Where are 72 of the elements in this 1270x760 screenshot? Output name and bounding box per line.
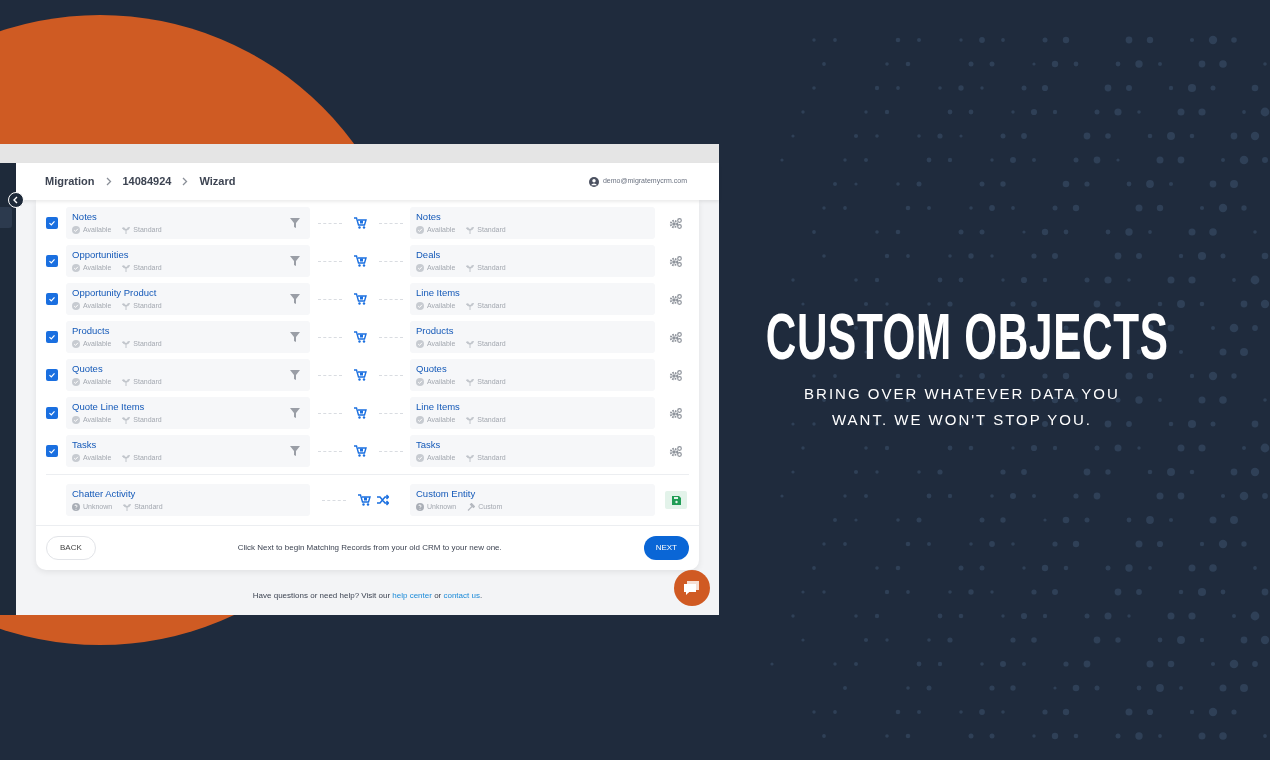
- filter-icon[interactable]: [290, 218, 300, 228]
- check-icon: [48, 371, 56, 379]
- entity-name: Opportunity Product: [72, 286, 158, 298]
- breadcrumb-link[interactable]: 14084924: [122, 173, 172, 190]
- check-icon: [48, 295, 56, 303]
- collapse-button[interactable]: [8, 192, 24, 208]
- gears-icon[interactable]: [669, 218, 682, 230]
- gears-icon[interactable]: [669, 408, 682, 420]
- entity-name: Products: [72, 324, 111, 336]
- next-button[interactable]: NEXT: [643, 536, 689, 560]
- entity-name: Quotes: [416, 362, 448, 374]
- filter-icon[interactable]: [290, 370, 300, 380]
- user-icon: [588, 176, 599, 187]
- filter-icon[interactable]: [290, 294, 300, 304]
- cart-icon: [353, 293, 367, 305]
- chat-button[interactable]: [674, 570, 710, 606]
- chat-icon: [683, 580, 701, 596]
- entity-name: Custom Entity: [416, 487, 477, 499]
- entity-name: Notes: [416, 210, 442, 222]
- breadcrumb-link[interactable]: Wizard: [199, 173, 236, 190]
- promo-title: CUSTOM OBJECTS: [765, 305, 1169, 369]
- cart-icon: [353, 255, 367, 267]
- filter-icon[interactable]: [290, 332, 300, 342]
- chevron-icon: [182, 177, 189, 186]
- checkbox[interactable]: [46, 331, 58, 343]
- gears-icon[interactable]: [669, 370, 682, 382]
- entity-name: Tasks: [72, 438, 98, 450]
- check-icon: [48, 333, 56, 341]
- chevron-icon: [105, 177, 112, 186]
- promo-tagline: BRING OVER WHATEVER DATA YOU WANT. WE WON'T STOP YOU.: [803, 384, 1121, 430]
- entity-name: Notes: [72, 210, 98, 222]
- entity-name: Opportunities: [72, 248, 130, 260]
- cart-icon: [353, 217, 367, 229]
- checkbox[interactable]: [46, 255, 58, 267]
- checkbox[interactable]: [46, 407, 58, 419]
- entity-name: Products: [416, 324, 455, 336]
- entity-name: Line Items: [416, 286, 461, 298]
- entity-name: Chatter Activity: [72, 487, 137, 499]
- cart-icon: [353, 407, 367, 419]
- instruction-text: Click Next to begin Matching Records from your old CRM to your new one.: [237, 542, 502, 554]
- cart-icon: [358, 494, 371, 506]
- chevron-left-icon: [12, 196, 20, 204]
- checkbox[interactable]: [46, 369, 58, 381]
- checkbox[interactable]: [46, 293, 58, 305]
- cart-icon: [353, 445, 367, 457]
- entity-name: Line Items: [416, 400, 461, 412]
- entity-name: Quotes: [72, 362, 104, 374]
- save-button[interactable]: [665, 491, 687, 509]
- check-icon: [48, 257, 56, 265]
- filter-icon[interactable]: [290, 408, 300, 418]
- gears-icon[interactable]: [669, 256, 682, 268]
- gears-icon[interactable]: [669, 446, 682, 458]
- contact-link[interactable]: contact us: [443, 591, 480, 600]
- gears-icon[interactable]: [669, 332, 682, 344]
- cart-icon: [353, 331, 367, 343]
- filter-icon[interactable]: [290, 256, 300, 266]
- check-icon: [48, 409, 56, 417]
- gears-icon[interactable]: [669, 294, 682, 306]
- entity-name: Quote Line Items: [72, 400, 146, 412]
- check-icon: [48, 447, 56, 455]
- checkbox[interactable]: [46, 445, 58, 457]
- check-icon: [48, 219, 56, 227]
- breadcrumb-link[interactable]: Migration: [45, 173, 95, 190]
- help-text: Have questions or need help? Visit our help center or contact us.: [251, 590, 484, 602]
- entity-name: Tasks: [416, 438, 442, 450]
- filter-icon[interactable]: [290, 446, 300, 456]
- entity-name: Deals: [416, 248, 442, 260]
- checkbox[interactable]: [46, 217, 58, 229]
- cart-icon: [353, 369, 367, 381]
- help-center-link[interactable]: help center: [392, 591, 432, 600]
- shuffle-icon[interactable]: [377, 494, 389, 506]
- back-button[interactable]: BACK: [46, 536, 96, 560]
